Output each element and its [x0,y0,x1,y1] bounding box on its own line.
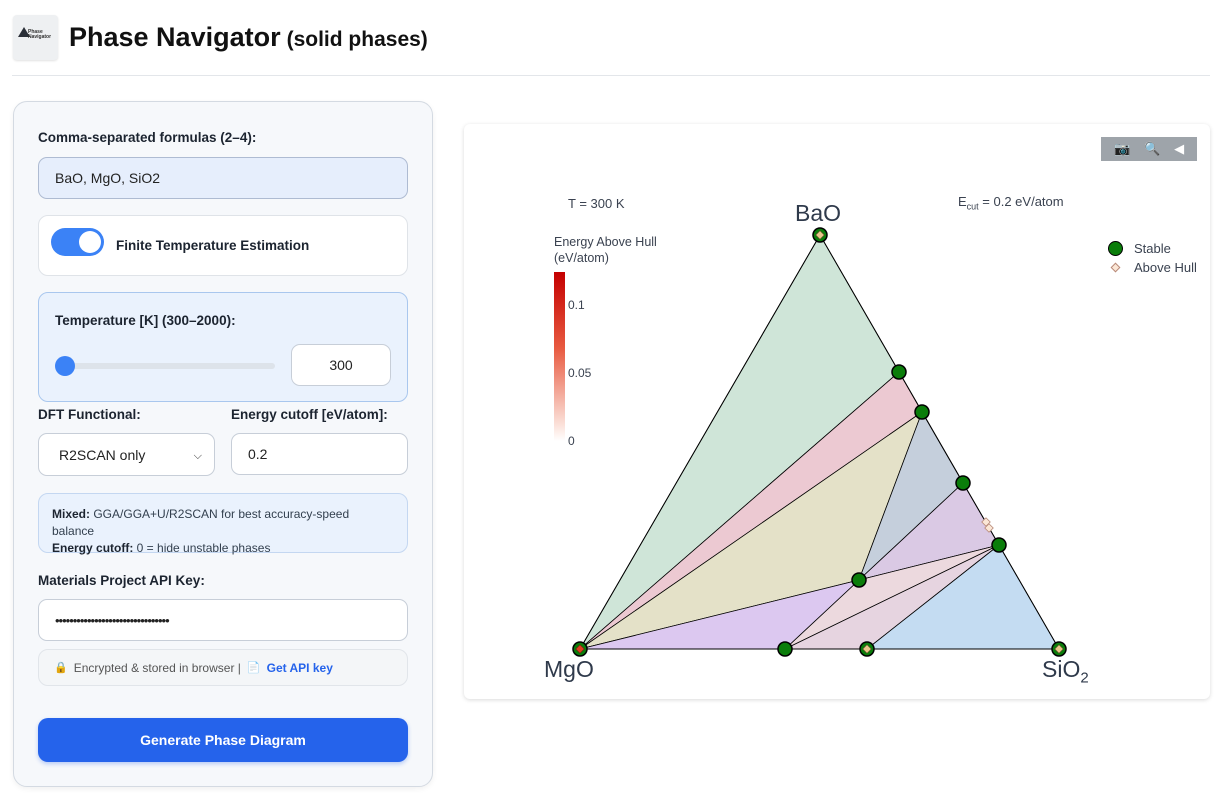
temperature-label: Temperature [K] (300–2000): [55,313,236,328]
phase-diagram-plot: 📷 🔍 ◀ T = 300 K Ecut = 0.2 eV/atom Energ… [464,124,1210,699]
functional-select[interactable]: R2SCAN only ⌵ [38,433,215,476]
vertex-label-right: SiO2 [1042,656,1089,687]
info-card: Mixed: GGA/GGA+U/R2SCAN for best accurac… [38,493,408,555]
logo-text-line-2: Navigator [28,34,52,40]
api-key-label: Materials Project API Key: [38,573,205,588]
temperature-input[interactable]: 300 [291,344,391,386]
page-title-main: Phase Navigator [69,22,281,52]
vertex-label-right-sub: 2 [1080,669,1089,687]
finite-temperature-card: Finite Temperature Estimation [38,215,408,276]
finite-temperature-toggle[interactable] [51,228,104,256]
stable-point[interactable] [851,572,867,588]
vertex-label-left: MgO [544,656,594,682]
info-line-mixed: Mixed: GGA/GGA+U/R2SCAN for best accurac… [52,506,394,540]
stable-point[interactable] [891,364,907,380]
app-logo: Phase Navigator [13,15,58,60]
info-mixed-text: GGA/GGA+U/R2SCAN for best accuracy-speed… [52,507,350,538]
formulas-input[interactable]: BaO, MgO, SiO2 [38,157,408,199]
page-title-subtitle: (solid phases) [286,28,428,51]
toggle-knob [79,231,101,253]
api-note-text: Encrypted & stored in browser | [73,660,241,675]
temperature-slider-track[interactable] [65,363,275,369]
generate-phase-diagram-button[interactable]: Generate Phase Diagram [38,718,408,762]
info-mixed-label: Mixed: [52,507,91,521]
get-api-key-link[interactable]: Get API key [267,661,333,675]
document-icon: 📄 [246,662,261,674]
info-cutoff-label: Energy cutoff: [52,541,134,555]
logo-text: Phase Navigator [28,30,51,40]
chevron-down-icon: ⌵ [193,450,202,462]
temperature-slider-thumb[interactable] [55,356,75,376]
info-line-cutoff: Energy cutoff: 0 = hide unstable phases [52,540,394,557]
stable-point[interactable] [991,537,1007,553]
cutoff-label: Energy cutoff [eV/atom]: [231,407,388,422]
formulas-label: Comma-separated formulas (2–4): [38,130,257,145]
functional-select-value: R2SCAN only [59,446,146,463]
input-panel: Comma-separated formulas (2–4): BaO, MgO… [13,101,433,787]
header: Phase Navigator Phase Navigator (solid ph… [12,14,1210,76]
page-title: Phase Navigator (solid phases) [69,22,428,53]
vertex-label-top: BaO [795,200,842,226]
stable-point[interactable] [777,641,793,657]
cutoff-input[interactable]: 0.2 [231,433,408,475]
temperature-card: Temperature [K] (300–2000): 300 [38,292,408,402]
functional-label: DFT Functional: [38,407,141,422]
lock-icon: 🔒 [54,662,68,674]
api-key-note: 🔒 Encrypted & stored in browser | 📄 Get … [38,649,408,686]
finite-temperature-label: Finite Temperature Estimation [116,238,310,253]
stable-point[interactable] [955,475,971,491]
vertex-label-right-main: SiO [1042,656,1081,682]
stable-point[interactable] [914,404,930,420]
info-cutoff-text: 0 = hide unstable phases [133,541,271,555]
api-key-input[interactable]: •••••••••••••••••••••••••••••••• [38,599,408,641]
